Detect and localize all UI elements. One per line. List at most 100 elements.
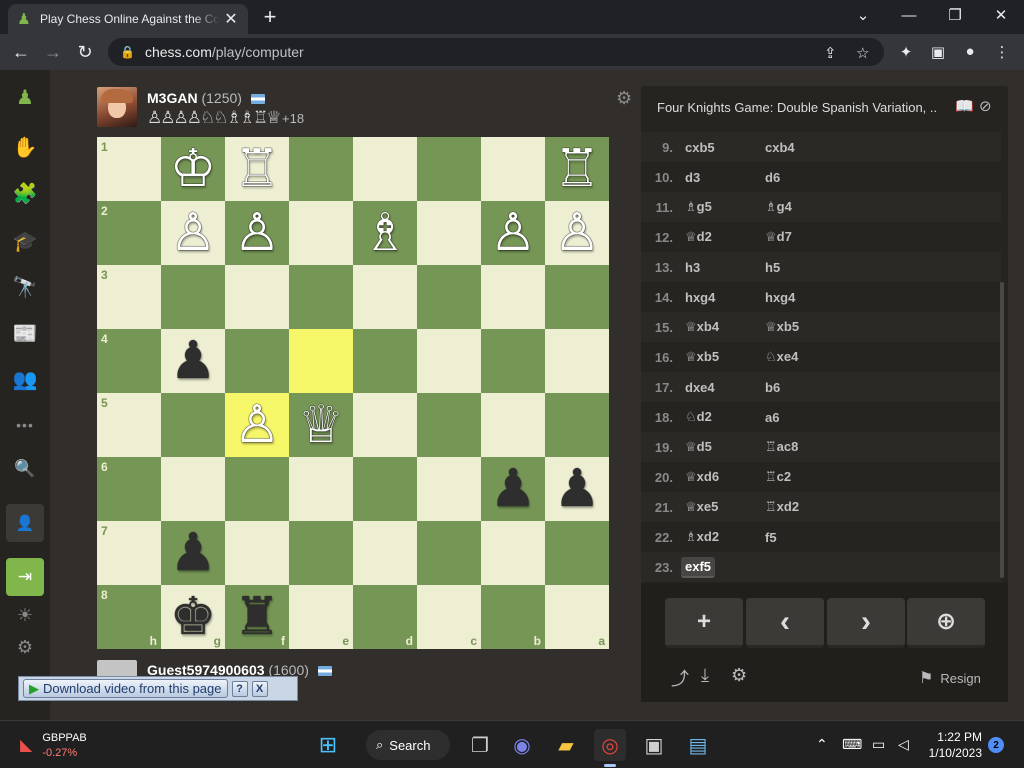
white-move[interactable]: ♕xd6 [685,469,765,485]
square-a3[interactable] [545,265,609,329]
news-icon[interactable]: 📰 [8,316,42,350]
square-b1[interactable] [481,137,545,201]
white-move[interactable]: d3 [685,170,765,185]
square-a5[interactable] [545,393,609,457]
black-move[interactable]: ♖xd2 [765,499,845,515]
chrome-icon[interactable]: ◎ [594,729,626,767]
chess-logo-icon[interactable]: ♟ [8,80,42,114]
tray-chevron-icon[interactable]: ⌃ [816,736,828,753]
square-g3[interactable] [161,265,225,329]
square-d5[interactable] [353,393,417,457]
square-h2[interactable]: 2 [97,201,161,265]
square-f2[interactable]: ♙ [225,201,289,265]
watch-icon[interactable]: 🔭 [8,270,42,304]
square-f1[interactable]: ♖ [225,137,289,201]
previous-move-button[interactable]: ‹ [746,598,824,648]
share-icon[interactable]: ⤴ [671,665,689,691]
stock-ticker-widget[interactable]: ◣ GBPPAB -0.27% [20,731,87,761]
black-move[interactable]: ♖c2 [765,469,845,485]
task-view-icon[interactable]: ❐ [464,729,496,761]
square-b5[interactable] [481,393,545,457]
opening-name[interactable]: Four Knights Game: Double Spanish Variat… [657,100,937,115]
white-move[interactable]: ♕xe5 [685,499,765,515]
square-c6[interactable] [417,457,481,521]
square-g8[interactable]: g ♚ [161,585,225,649]
black-move[interactable]: d6 [765,170,845,185]
play-hand-icon[interactable]: ✋ [8,130,42,164]
white-rook-piece[interactable]: ♖ [234,143,281,195]
tab-close-button[interactable]: ✕ [222,9,240,29]
white-move[interactable]: ♗g5 [685,199,765,215]
file-explorer-icon[interactable]: ▰ [550,729,582,761]
square-e8[interactable]: e [289,585,353,649]
forward-button[interactable]: → [40,39,66,65]
square-g5[interactable] [161,393,225,457]
square-c8[interactable]: c [417,585,481,649]
opponent-avatar[interactable] [97,87,137,127]
black-move[interactable]: cxb4 [765,140,845,155]
square-g7[interactable]: ♟ [161,521,225,585]
black-pawn-piece[interactable]: ♟ [170,335,217,387]
browser-tab-active[interactable]: ♟ Play Chess Online Against the Computer… [8,4,248,34]
white-pawn-piece[interactable]: ♙ [234,399,281,451]
square-b8[interactable]: b [481,585,545,649]
theme-sun-icon[interactable]: ☀ [8,598,42,632]
square-e6[interactable] [289,457,353,521]
black-move[interactable]: a6 [765,410,845,425]
next-move-button[interactable]: › [827,598,905,648]
notification-badge[interactable]: 2 [988,737,1004,753]
black-king-piece[interactable]: ♚ [170,591,217,643]
square-c3[interactable] [417,265,481,329]
windows-start-icon[interactable]: ⊞ [312,729,344,761]
white-pawn-piece[interactable]: ♙ [554,207,601,259]
square-a4[interactable] [545,329,609,393]
square-g1[interactable]: ♔ [161,137,225,201]
square-f5[interactable]: ♙ [225,393,289,457]
profile-icon[interactable]: ● [960,43,980,60]
white-pawn-piece[interactable]: ♙ [234,207,281,259]
white-pawn-piece[interactable]: ♙ [490,207,537,259]
square-d2[interactable]: ♗ [353,201,417,265]
resign-button[interactable]: ⚑ Resign [919,668,981,688]
black-pawn-piece[interactable]: ♟ [170,527,217,579]
square-e4[interactable] [289,329,353,393]
square-b4[interactable] [481,329,545,393]
network-icon[interactable]: ▭ [872,736,885,753]
photos-icon[interactable]: ▤ [682,729,714,761]
square-d3[interactable] [353,265,417,329]
square-h4[interactable]: 4 [97,329,161,393]
black-pawn-piece[interactable]: ♟ [490,463,537,515]
black-move[interactable]: ♗g4 [765,199,845,215]
square-a2[interactable]: ♙ [545,201,609,265]
settings-gear-icon[interactable]: ⚙ [8,630,42,664]
white-move[interactable]: dxe4 [685,380,765,395]
square-h7[interactable]: 7 [97,521,161,585]
chess-board[interactable]: 1 ♔ ♖ ♖ 2 ♙ ♙ ♗ ♙ ♙ 3 4 ♟ 5 ♙ ♕ 6 ♟ ♟ 7 ♟ 8 h g ♚ f ♜ e d c b a [97,137,609,649]
black-rook-piece[interactable]: ♜ [234,591,281,643]
social-icon[interactable]: 👥 [8,362,42,396]
explorer-compass-icon[interactable]: ⊘ [979,97,992,115]
white-move[interactable]: ♕xb4 [685,319,765,335]
square-d1[interactable] [353,137,417,201]
black-pawn-piece[interactable]: ♟ [554,463,601,515]
square-f4[interactable] [225,329,289,393]
square-e1[interactable] [289,137,353,201]
browser-menu-icon[interactable]: ⋮ [992,43,1012,61]
square-c2[interactable] [417,201,481,265]
black-move[interactable]: ♕d7 [765,229,845,245]
close-window-button[interactable]: ✕ [978,0,1024,30]
square-h6[interactable]: 6 [97,457,161,521]
download-icon[interactable]: ⤓ [701,665,709,686]
square-d6[interactable] [353,457,417,521]
square-f6[interactable] [225,457,289,521]
analysis-zoom-button[interactable]: ⊕ [907,598,985,648]
search-icon[interactable]: 🔍 [8,452,42,486]
white-move[interactable]: hxg4 [685,290,765,305]
black-move[interactable]: ♘xe4 [765,349,845,365]
puzzles-icon[interactable]: 🧩 [8,176,42,210]
black-move[interactable]: ♖ac8 [765,439,845,455]
maximize-button[interactable]: ❐ [932,0,978,30]
square-c7[interactable] [417,521,481,585]
download-close-button[interactable]: X [251,680,268,697]
square-a1[interactable]: ♖ [545,137,609,201]
